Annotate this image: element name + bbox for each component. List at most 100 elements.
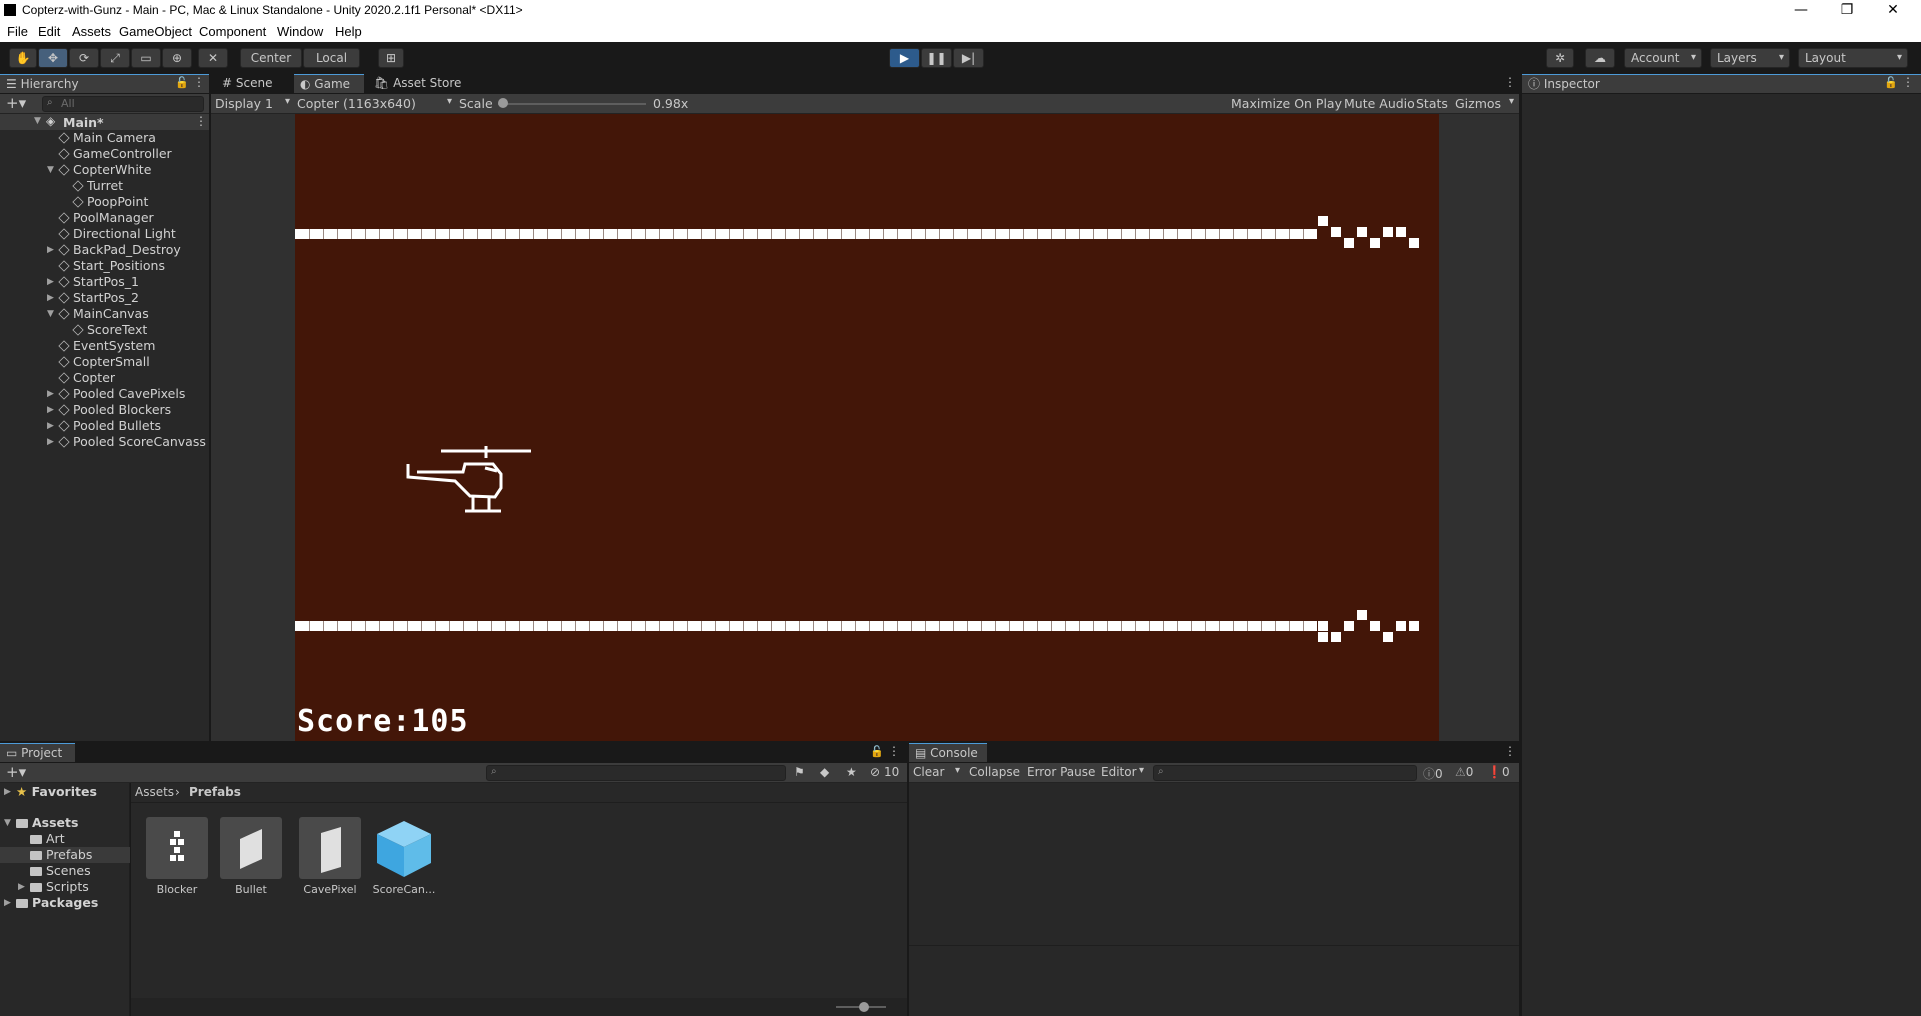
assets-node[interactable]: Assets	[16, 815, 78, 831]
editor-dropdown[interactable]: Editor	[1101, 765, 1149, 779]
menu-window[interactable]: Window	[277, 24, 323, 39]
asset-bullet[interactable]: Bullet	[219, 817, 283, 896]
filter-type-icon[interactable]: ⚑	[794, 765, 805, 779]
folder-scripts[interactable]: Scripts	[30, 879, 89, 895]
menu-file[interactable]: File	[7, 24, 28, 39]
move-tool-icon[interactable]: ✥	[38, 48, 68, 68]
resolution-dropdown[interactable]: Copter (1163x640)	[295, 96, 457, 111]
hierarchy-item[interactable]: StartPos_2	[58, 290, 139, 306]
hierarchy-item[interactable]: Start_Positions	[58, 258, 165, 274]
pivot-center-button[interactable]: Center	[240, 48, 302, 68]
layers-dropdown[interactable]: Layers	[1710, 48, 1790, 68]
expanded-arrow-icon[interactable]: ▼	[47, 165, 54, 175]
account-dropdown[interactable]: Account	[1624, 48, 1702, 68]
assets-arrow-icon[interactable]: ▼	[4, 818, 11, 828]
asset-cavepixel[interactable]: CavePixel	[298, 817, 362, 896]
hierarchy-search-input[interactable]: ⌕ All	[42, 96, 204, 112]
hierarchy-item[interactable]: CopterSmall	[58, 354, 150, 370]
console-search-input[interactable]: ⌕	[1153, 765, 1417, 781]
folder-prefabs[interactable]: Prefabs	[30, 847, 92, 863]
create-plus-icon[interactable]: +▾	[6, 94, 26, 112]
expanded-arrow-icon[interactable]: ▼	[47, 309, 54, 319]
folder-scenes[interactable]: Scenes	[30, 863, 91, 879]
inspector-lock-icon[interactable]: 🔓	[1884, 76, 1898, 89]
hierarchy-item[interactable]: PoolManager	[58, 210, 154, 226]
play-button[interactable]: ▶	[889, 48, 920, 68]
hierarchy-item[interactable]: ScoreText	[72, 322, 147, 338]
collapse-toggle[interactable]: Collapse	[969, 765, 1020, 779]
hierarchy-item[interactable]: Pooled ScoreCanvass	[58, 434, 206, 450]
tab-game[interactable]: ◐ Game	[294, 74, 364, 93]
project-search-input[interactable]: ⌕	[486, 765, 786, 781]
warning-toggle[interactable]: ⚠0	[1455, 765, 1473, 779]
scale-slider-thumb[interactable]	[498, 98, 508, 108]
filter-label-icon[interactable]: ◆	[820, 765, 829, 779]
error-pause-toggle[interactable]: Error Pause	[1027, 765, 1095, 779]
collapsed-arrow-icon[interactable]: ▶	[47, 437, 54, 447]
hierarchy-item[interactable]: GameController	[58, 146, 172, 162]
hierarchy-item[interactable]: Copter	[58, 370, 115, 386]
error-toggle[interactable]: ❗0	[1487, 765, 1510, 779]
gizmos-dropdown[interactable]: Gizmos	[1455, 96, 1519, 111]
pivot-local-button[interactable]: Local	[303, 48, 360, 68]
log-toggle[interactable]: ⓘ0	[1423, 765, 1443, 782]
center-kebab-icon[interactable]: ⋮	[1504, 75, 1516, 89]
step-button[interactable]: ▶|	[953, 48, 984, 68]
cloud-icon[interactable]: ☁	[1585, 48, 1615, 68]
close-button[interactable]: ✕	[1870, 0, 1916, 22]
zoom-slider-thumb[interactable]	[859, 1002, 869, 1012]
rotate-tool-icon[interactable]: ⟳	[69, 48, 99, 68]
transform-tool-icon[interactable]: ⊕	[162, 48, 192, 68]
hierarchy-item[interactable]: MainCanvas	[58, 306, 149, 322]
scripts-arrow-icon[interactable]: ▶	[18, 882, 25, 892]
hierarchy-item[interactable]: StartPos_1	[58, 274, 139, 290]
maximize-button[interactable]: ❐	[1824, 0, 1870, 22]
hierarchy-item[interactable]: Pooled Bullets	[58, 418, 161, 434]
favorites-arrow-icon[interactable]: ▶	[4, 787, 11, 797]
hierarchy-item[interactable]: Main Camera	[58, 130, 156, 146]
collapsed-arrow-icon[interactable]: ▶	[47, 293, 54, 303]
maximize-on-play-toggle[interactable]: Maximize On Play	[1231, 96, 1342, 111]
expand-arrow-icon[interactable]: ▼	[34, 116, 41, 126]
grid-snap-icon[interactable]: ⊞	[378, 48, 404, 68]
game-screen[interactable]: Score:105	[295, 114, 1439, 741]
project-kebab-icon[interactable]: ⋮	[888, 744, 900, 758]
scale-slider-track[interactable]	[498, 103, 646, 105]
display-dropdown[interactable]: Display 1	[215, 96, 295, 111]
layout-dropdown[interactable]: Layout	[1798, 48, 1908, 68]
hierarchy-item[interactable]: CopterWhite	[58, 162, 151, 178]
menu-component[interactable]: Component	[199, 24, 266, 39]
menu-gameobject[interactable]: GameObject	[119, 24, 192, 39]
breadcrumb-assets[interactable]: Assets	[135, 785, 174, 799]
tab-project[interactable]: ▭ Project	[0, 743, 75, 762]
folder-art[interactable]: Art	[30, 831, 65, 847]
project-create-icon[interactable]: +▾	[6, 763, 26, 781]
asset-scorecanvas[interactable]: ScoreCan...	[372, 817, 436, 896]
hierarchy-item[interactable]: Turret	[72, 178, 123, 194]
project-lock-icon[interactable]: 🔓	[870, 745, 884, 758]
hierarchy-item[interactable]: BackPad_Destroy	[58, 242, 181, 258]
hierarchy-item[interactable]: PoopPoint	[72, 194, 148, 210]
rect-tool-icon[interactable]: ▭	[131, 48, 161, 68]
hierarchy-item[interactable]: Pooled Blockers	[58, 402, 171, 418]
mute-audio-toggle[interactable]: Mute Audio	[1344, 96, 1415, 111]
scene-menu-icon[interactable]: ⋮	[195, 114, 207, 128]
scene-row[interactable]: ▼ ◈ Main* ⋮	[0, 114, 209, 130]
tab-inspector[interactable]: ⓘ Inspector	[1522, 74, 1921, 93]
collapsed-arrow-icon[interactable]: ▶	[47, 245, 54, 255]
collapsed-arrow-icon[interactable]: ▶	[47, 389, 54, 399]
collapsed-arrow-icon[interactable]: ▶	[47, 277, 54, 287]
favorite-star-icon[interactable]: ★	[846, 765, 857, 779]
menu-assets[interactable]: Assets	[72, 24, 111, 39]
menu-edit[interactable]: Edit	[38, 24, 60, 39]
pause-button[interactable]: ❚❚	[921, 48, 952, 68]
collab-icon[interactable]: ✲	[1546, 48, 1574, 68]
tab-scene[interactable]: # Scene	[216, 74, 291, 93]
asset-blocker[interactable]: Blocker	[145, 817, 209, 896]
hierarchy-item[interactable]: Pooled CavePixels	[58, 386, 185, 402]
lock-icon[interactable]: 🔓	[175, 76, 189, 89]
hierarchy-item[interactable]: Directional Light	[58, 226, 176, 242]
breadcrumb-prefabs[interactable]: Prefabs	[189, 785, 241, 799]
tab-asset-store[interactable]: 🛍 Asset Store	[368, 74, 468, 93]
kebab-menu-icon[interactable]: ⋮	[193, 75, 205, 89]
